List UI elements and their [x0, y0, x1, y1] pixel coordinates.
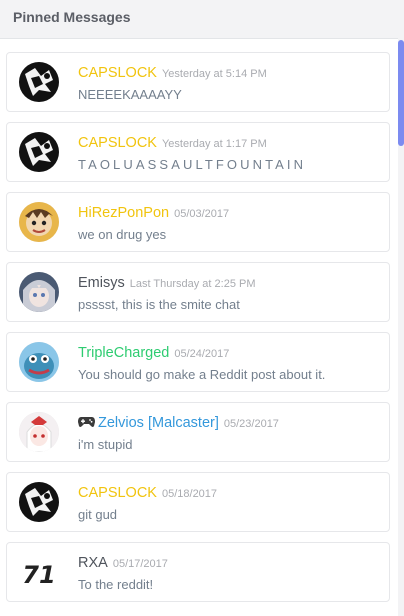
capslock-avatar[interactable]: [19, 62, 59, 102]
hirez-avatar[interactable]: [19, 202, 59, 242]
game-controller-icon: [78, 415, 95, 428]
pinned-message[interactable]: Emisys Last Thursday at 2:25 PM psssst, t…: [6, 262, 390, 322]
timestamp: Yesterday at 1:17 PM: [161, 138, 267, 150]
pinned-messages-title: Pinned Messages: [0, 0, 404, 36]
timestamp: Last Thursday at 2:25 PM: [129, 278, 256, 290]
author-name[interactable]: TripleCharged: [78, 345, 169, 361]
triplecharged-avatar[interactable]: [19, 342, 59, 382]
author-name[interactable]: CAPSLOCK: [78, 135, 157, 151]
message-text: psssst, this is the smite chat: [78, 297, 240, 312]
pinned-message[interactable]: CAPSLOCK Yesterday at 1:17 PM TAOLUASSAUL…: [6, 122, 390, 182]
message-text: we on drug yes: [78, 227, 167, 242]
capslock-avatar[interactable]: [19, 482, 59, 522]
author-name[interactable]: RXA: [78, 555, 108, 571]
timestamp: 05/03/2017: [174, 208, 230, 220]
pinned-messages-list[interactable]: CAPSLOCK Yesterday at 5:14 PM NEEEEKAAAAY…: [0, 38, 398, 616]
message-text: NEEEEKAAAAYY: [78, 87, 182, 102]
author-name[interactable]: Zelvios [Malcaster]: [98, 415, 219, 431]
timestamp: Yesterday at 5:14 PM: [161, 68, 267, 80]
message-text: To the reddit!: [78, 577, 154, 592]
timestamp: 05/18/2017: [161, 488, 218, 500]
zelvios-avatar[interactable]: [19, 412, 59, 452]
scrollbar-thumb[interactable]: [398, 40, 404, 146]
rxa-avatar-text: 71: [22, 561, 55, 589]
timestamp: 05/24/2017: [174, 348, 230, 360]
pinned-message[interactable]: TripleCharged 05/24/2017 You should go ma…: [6, 332, 390, 392]
pinned-message[interactable]: CAPSLOCK 05/18/2017 git gud: [6, 472, 390, 532]
author-name[interactable]: CAPSLOCK: [78, 485, 157, 501]
rxa-avatar[interactable]: 71: [19, 552, 59, 592]
message-text: i'm stupid: [78, 437, 133, 452]
emisys-avatar[interactable]: [19, 272, 59, 312]
message-text: git gud: [78, 507, 118, 522]
capslock-avatar[interactable]: [19, 132, 59, 172]
author-name[interactable]: Emisys: [78, 275, 125, 291]
message-text: TAOLUASSAULTFOUNTAIN: [78, 157, 307, 172]
pinned-message[interactable]: HiRezPonPon 05/03/2017 we on drug yes: [6, 192, 390, 252]
author-name[interactable]: HiRezPonPon: [78, 205, 169, 221]
pinned-message[interactable]: Zelvios [Malcaster] 05/23/2017 i'm stupid: [6, 402, 390, 462]
message-text: You should go make a Reddit post about i…: [78, 367, 326, 382]
pinned-message[interactable]: 71 RXA 05/17/2017 To the reddit!: [6, 542, 390, 602]
author-name[interactable]: CAPSLOCK: [78, 65, 157, 81]
timestamp: 05/23/2017: [223, 418, 279, 430]
pinned-message[interactable]: CAPSLOCK Yesterday at 5:14 PM NEEEEKAAAAY…: [6, 52, 390, 112]
timestamp: 05/17/2017: [112, 558, 168, 570]
